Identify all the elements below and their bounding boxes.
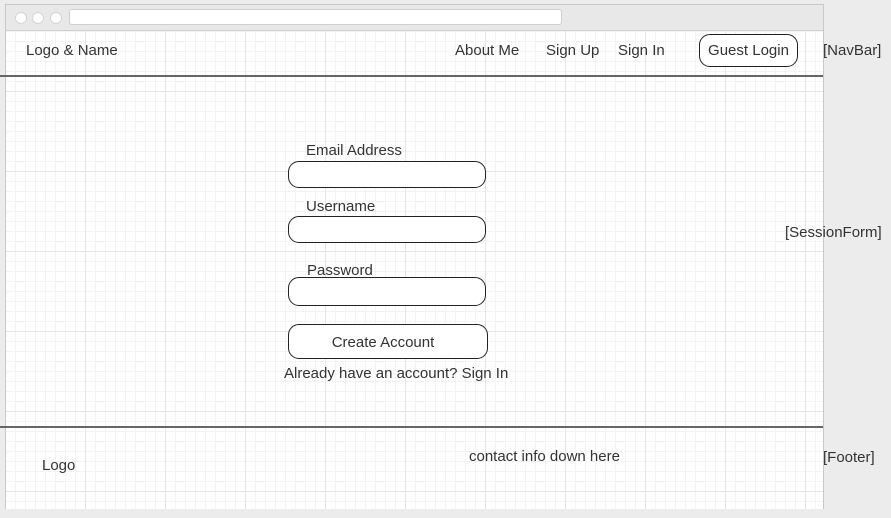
brand-logo-name[interactable]: Logo & Name xyxy=(26,42,118,60)
navbar-annotation: [NavBar] xyxy=(823,42,882,59)
nav-link-about-me[interactable]: About Me xyxy=(455,42,519,60)
address-bar[interactable] xyxy=(69,9,562,25)
nav-link-sign-in[interactable]: Sign In xyxy=(618,42,665,60)
signin-prompt-link[interactable]: Already have an account? Sign In xyxy=(284,365,508,383)
footer-contact-info: contact info down here xyxy=(469,448,620,465)
session-form-annotation: [SessionForm] xyxy=(785,224,882,241)
nav-link-sign-up[interactable]: Sign Up xyxy=(546,42,599,60)
navbar-divider xyxy=(0,75,823,77)
create-account-label: Create Account xyxy=(331,334,435,351)
email-label: Email Address xyxy=(306,142,402,159)
email-field[interactable] xyxy=(288,161,486,188)
username-label: Username xyxy=(306,198,376,215)
window-minimize-icon[interactable] xyxy=(32,12,44,24)
window-maximize-icon[interactable] xyxy=(50,12,62,24)
guest-login-label: Guest Login xyxy=(708,42,789,59)
password-field[interactable] xyxy=(288,277,486,306)
footer-annotation: [Footer] xyxy=(823,449,875,466)
browser-titlebar xyxy=(6,5,823,31)
footer-logo: Logo xyxy=(42,457,76,474)
footer-divider xyxy=(0,426,823,428)
window-close-icon[interactable] xyxy=(15,12,27,24)
create-account-button[interactable]: Create Account xyxy=(288,324,488,359)
guest-login-button[interactable]: Guest Login xyxy=(699,34,798,67)
browser-window xyxy=(5,4,824,509)
username-field[interactable] xyxy=(288,216,486,243)
